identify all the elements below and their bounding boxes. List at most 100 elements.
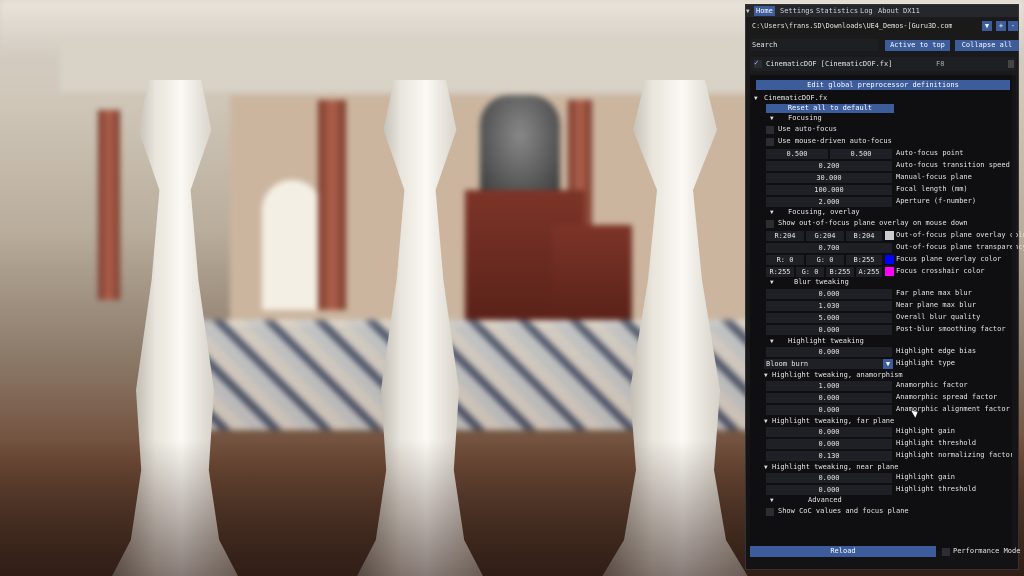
tab-settings[interactable]: Settings <box>778 6 816 16</box>
performance-mode-label: Performance Mode <box>953 547 1021 555</box>
use-autofocus-checkbox[interactable] <box>766 126 774 134</box>
section-near-plane[interactable]: Highlight tweaking, near plane <box>772 463 898 471</box>
near-max-blur-label: Near plane max blur <box>896 301 977 309</box>
effect-list-scrollbar[interactable] <box>1008 60 1014 68</box>
effect-name: CinematicDOF [CinematicDOF.fx] <box>766 60 893 68</box>
reset-all-button[interactable]: Reset all to default <box>766 104 894 113</box>
blur-quality-slider[interactable]: 5.000 <box>766 313 892 323</box>
transparency-slider[interactable]: 0.700 <box>766 243 892 253</box>
tree-expanded-icon[interactable]: ▼ <box>754 95 758 102</box>
show-overlay-label: Show out-of-focus plane overlay on mouse… <box>778 219 968 227</box>
overlay-color-g-field[interactable]: G:204 <box>806 231 844 241</box>
scene-pillar <box>318 100 346 310</box>
add-preset-button[interactable]: + <box>996 21 1006 31</box>
transition-speed-slider[interactable]: 0.200 <box>766 161 892 171</box>
post-smoothing-slider[interactable]: 0.000 <box>766 325 892 335</box>
plane-color-g-field[interactable]: G: 0 <box>806 255 844 265</box>
transparency-label: Out-of-focus plane transparency <box>896 243 1024 251</box>
tree-expanded-icon[interactable]: ▼ <box>764 418 768 425</box>
far-normalizing-slider[interactable]: 0.130 <box>766 451 892 461</box>
tab-dx11[interactable]: DX11 <box>901 6 922 16</box>
anamorphic-factor-slider[interactable]: 1.000 <box>766 381 892 391</box>
preset-selector[interactable]: C:\Users\frans.SD\Downloads\UE4_Demos-[G… <box>750 20 1018 32</box>
crosshair-color-b-field[interactable]: B:255 <box>826 267 854 277</box>
anamorphic-spread-slider[interactable]: 0.000 <box>766 393 892 403</box>
overlay-color-b-field[interactable]: B:204 <box>846 231 882 241</box>
section-blur-tweaking[interactable]: Blur tweaking <box>794 278 849 286</box>
show-overlay-checkbox[interactable] <box>766 220 774 228</box>
section-far-plane[interactable]: Highlight tweaking, far plane <box>772 417 894 425</box>
near-gain-slider[interactable]: 0.000 <box>766 473 892 483</box>
near-threshold-slider[interactable]: 0.000 <box>766 485 892 495</box>
far-normalizing-label: Highlight normalizing factor <box>896 451 1015 459</box>
chevron-down-icon[interactable]: ▼ <box>883 359 893 369</box>
effect-hotkey: F8 <box>936 60 945 68</box>
tree-expanded-icon[interactable]: ▼ <box>770 115 774 122</box>
scene-archway <box>262 180 322 310</box>
section-focusing-overlay[interactable]: Focusing, overlay <box>788 208 860 216</box>
far-gain-slider[interactable]: 0.000 <box>766 427 892 437</box>
transition-speed-label: Auto-focus transition speed <box>896 161 1010 169</box>
far-gain-label: Highlight gain <box>896 427 956 435</box>
blur-quality-label: Overall blur quality <box>896 313 981 321</box>
scene-statue <box>480 95 560 195</box>
window-collapse-icon[interactable]: ▼ <box>746 8 752 15</box>
overlay-color-swatch[interactable] <box>885 231 894 240</box>
effect-enable-checkbox[interactable] <box>754 58 762 68</box>
overlay-color-r-field[interactable]: R:204 <box>766 231 804 241</box>
anamorphic-spread-label: Anamorphic spread factor <box>896 393 998 401</box>
edge-bias-slider[interactable]: 0.000 <box>766 347 892 357</box>
manual-focus-slider[interactable]: 30.000 <box>766 173 892 183</box>
tree-expanded-icon[interactable]: ▼ <box>770 497 774 504</box>
effect-list-item[interactable]: CinematicDOF [CinematicDOF.fx] F8 <box>750 57 1016 71</box>
edit-preprocessor-button[interactable]: Edit global preprocessor definitions <box>756 80 1010 90</box>
tree-expanded-icon[interactable]: ▼ <box>764 464 768 471</box>
near-max-blur-slider[interactable]: 1.030 <box>766 301 892 311</box>
crosshair-color-r-field[interactable]: R:255 <box>766 267 794 277</box>
parameter-scrollbar[interactable] <box>1012 75 1016 551</box>
plane-color-r-field[interactable]: R: 0 <box>766 255 804 265</box>
focal-length-slider[interactable]: 100.000 <box>766 185 892 195</box>
show-coc-checkbox[interactable] <box>766 508 774 516</box>
crosshair-color-g-field[interactable]: G: 0 <box>796 267 824 277</box>
performance-mode-checkbox[interactable] <box>942 548 950 556</box>
overlay-color-label: Out-of-focus plane overlay colo <box>896 231 1024 239</box>
anamorphic-factor-label: Anamorphic factor <box>896 381 968 389</box>
near-threshold-label: Highlight threshold <box>896 485 977 493</box>
tab-statistics[interactable]: Statistics <box>814 6 860 16</box>
show-coc-label: Show CoC values and focus plane <box>778 507 909 515</box>
use-mouse-autofocus-checkbox[interactable] <box>766 138 774 146</box>
far-max-blur-slider[interactable]: 0.000 <box>766 289 892 299</box>
search-row: Search Active to top Collapse all <box>750 39 1019 51</box>
section-focusing[interactable]: Focusing <box>788 114 822 122</box>
far-threshold-slider[interactable]: 0.000 <box>766 439 892 449</box>
tree-expanded-icon[interactable]: ▼ <box>764 372 768 379</box>
autofocus-point-x-field[interactable]: 0.500 <box>766 149 828 159</box>
plane-color-b-field[interactable]: B:255 <box>846 255 882 265</box>
crosshair-color-swatch[interactable] <box>885 267 894 276</box>
autofocus-point-y-field[interactable]: 0.500 <box>830 149 892 159</box>
aperture-slider[interactable]: 2.000 <box>766 197 892 207</box>
crosshair-color-a-field[interactable]: A:255 <box>856 267 882 277</box>
highlight-type-dropdown[interactable]: Bloom burn <box>764 359 886 369</box>
tree-expanded-icon[interactable]: ▼ <box>770 279 774 286</box>
section-anamorphism[interactable]: Highlight tweaking, anamorphism <box>772 371 903 379</box>
anamorphic-alignment-slider[interactable]: 0.000 <box>766 405 892 415</box>
collapse-all-button[interactable]: Collapse all <box>955 40 1019 51</box>
tree-root-header[interactable]: CinematicDOF.fx <box>764 94 827 102</box>
reload-button[interactable]: Reload <box>750 546 936 557</box>
remove-preset-button[interactable]: - <box>1008 21 1018 31</box>
crosshair-color-label: Focus crosshair color <box>896 267 985 275</box>
tab-about[interactable]: About <box>876 6 901 16</box>
tree-expanded-icon[interactable]: ▼ <box>770 338 774 345</box>
chevron-down-icon[interactable]: ▼ <box>982 21 992 31</box>
plane-color-swatch[interactable] <box>885 255 894 264</box>
preset-path[interactable]: C:\Users\frans.SD\Downloads\UE4_Demos-[G… <box>752 20 952 32</box>
section-advanced[interactable]: Advanced <box>808 496 842 504</box>
section-highlight-tweaking[interactable]: Highlight tweaking <box>788 337 864 345</box>
search-input[interactable]: Search <box>750 39 878 51</box>
tab-log[interactable]: Log <box>858 6 875 16</box>
tree-expanded-icon[interactable]: ▼ <box>770 209 774 216</box>
active-to-top-button[interactable]: Active to top <box>885 40 950 51</box>
tab-home[interactable]: Home <box>754 6 775 16</box>
